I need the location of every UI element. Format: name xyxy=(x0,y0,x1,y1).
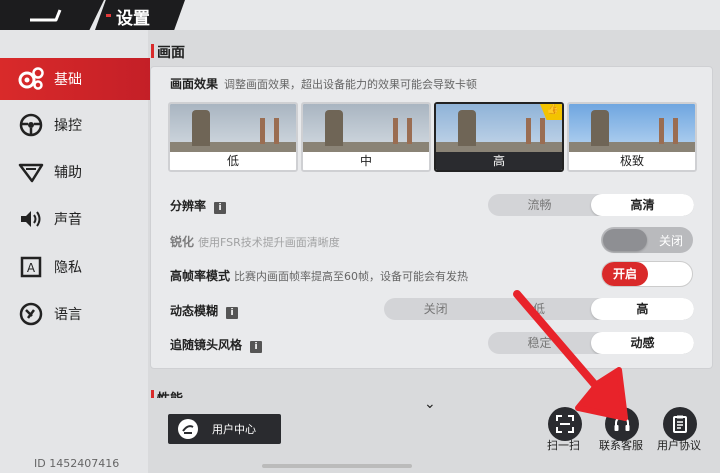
scan-icon xyxy=(556,415,574,433)
support-label: 联系客服 xyxy=(599,439,643,452)
resolution-label: 分辨率 i xyxy=(170,197,227,214)
sidebar-item-label: 基础 xyxy=(54,72,82,88)
section-title-graphics: 画面 xyxy=(157,45,185,61)
support-button[interactable] xyxy=(605,407,639,441)
motion-blur-label-text: 动态模糊 xyxy=(170,304,219,318)
svg-text:A: A xyxy=(27,261,36,275)
home-indicator xyxy=(262,464,412,468)
motion-blur-label: 动态模糊 i xyxy=(170,302,239,319)
user-center-label: 用户中心 xyxy=(212,423,256,436)
steering-wheel-icon xyxy=(16,110,46,140)
document-icon xyxy=(673,415,687,433)
resolution-option-hd[interactable]: 高清 xyxy=(591,194,694,216)
effect-hint: 调整画面效果，超出设备能力的效果可能会导致卡顿 xyxy=(224,78,478,91)
sidebar-item-assist[interactable]: 辅助 xyxy=(0,151,148,193)
section-marker xyxy=(151,390,154,398)
effect-label: 画面效果 xyxy=(170,77,219,91)
quality-option-high[interactable]: 👍 高 xyxy=(434,102,564,172)
section-marker xyxy=(151,44,154,58)
quality-option-label: 中 xyxy=(303,152,429,170)
sidebar-item-basic[interactable]: 基础 xyxy=(0,58,150,100)
sharpen-state: 关闭 xyxy=(658,234,683,248)
info-icon[interactable]: i xyxy=(226,307,239,319)
effect-description: 画面效果 调整画面效果，超出设备能力的效果可能会导致卡顿 xyxy=(170,75,477,92)
high-fps-label-text: 高帧率模式 xyxy=(170,269,231,283)
sidebar-item-controls[interactable]: 操控 xyxy=(0,104,148,146)
sidebar-item-language[interactable]: 语言 xyxy=(0,293,148,335)
high-fps-state: 开启 xyxy=(602,262,648,286)
agreement-button[interactable] xyxy=(663,407,697,441)
sidebar-item-label: 辅助 xyxy=(54,165,82,181)
section-title-performance: 性能 xyxy=(157,388,183,398)
resolution-label-text: 分辨率 xyxy=(170,199,207,213)
assist-icon xyxy=(16,157,46,187)
sharpen-label-text: 锐化 xyxy=(170,235,195,249)
sidebar-item-label: 隐私 xyxy=(54,260,82,276)
high-fps-hint: 比赛内画面帧率提高至60帧，设备可能会有发热 xyxy=(234,270,469,283)
quality-option-low[interactable]: 低 xyxy=(168,102,298,172)
sidebar-item-sound[interactable]: 声音 xyxy=(0,198,148,240)
camera-style-label-text: 追随镜头风格 xyxy=(170,338,243,352)
agreement-label: 用户协议 xyxy=(657,439,701,452)
speaker-icon xyxy=(16,204,46,234)
quality-option-ultra[interactable]: 极致 xyxy=(567,102,697,172)
title-accent xyxy=(106,14,111,17)
quality-option-medium[interactable]: 中 xyxy=(301,102,431,172)
resolution-selector[interactable]: 流畅 高清 xyxy=(488,194,694,216)
motion-blur-option-low[interactable]: 低 xyxy=(487,298,590,320)
scan-button[interactable] xyxy=(548,407,582,441)
headset-icon xyxy=(614,416,630,431)
info-icon[interactable]: i xyxy=(214,202,227,214)
privacy-icon: A xyxy=(16,252,46,282)
sidebar-item-privacy[interactable]: A 隐私 xyxy=(0,246,148,288)
camera-style-option-dynamic[interactable]: 动感 xyxy=(591,332,694,354)
sharpen-label: 锐化 使用FSR技术提升画面清晰度 xyxy=(170,233,340,250)
gears-icon xyxy=(16,64,46,94)
sidebar-item-label: 语言 xyxy=(54,307,82,323)
user-center-icon xyxy=(178,419,198,439)
scan-label: 扫一扫 xyxy=(547,439,580,452)
camera-style-selector[interactable]: 稳定 动感 xyxy=(488,332,694,354)
back-button[interactable] xyxy=(0,0,104,30)
resolution-option-smooth[interactable]: 流畅 xyxy=(488,194,591,216)
quality-option-label: 低 xyxy=(170,152,296,170)
motion-blur-option-high[interactable]: 高 xyxy=(590,298,694,320)
motion-blur-option-off[interactable]: 关闭 xyxy=(384,298,487,320)
page-title: 设置 xyxy=(116,9,150,29)
toggle-knob xyxy=(603,229,647,251)
high-fps-toggle[interactable]: 开启 xyxy=(601,261,693,287)
quality-option-label: 极致 xyxy=(569,152,695,170)
back-icon xyxy=(30,9,62,22)
sharpen-hint: 使用FSR技术提升画面清晰度 xyxy=(198,236,340,249)
language-icon xyxy=(16,299,46,329)
info-icon[interactable]: i xyxy=(250,341,263,353)
user-id: ID 1452407416 xyxy=(34,457,120,470)
camera-style-label: 追随镜头风格 i xyxy=(170,336,263,353)
quality-option-label: 高 xyxy=(436,152,562,170)
user-center-button[interactable]: 用户中心 xyxy=(168,414,281,444)
sharpen-toggle[interactable]: 关闭 xyxy=(601,227,693,253)
sidebar-item-label: 声音 xyxy=(54,212,82,228)
sidebar-item-label: 操控 xyxy=(54,118,82,134)
chevron-down-icon[interactable]: ⌄ xyxy=(424,396,436,412)
high-fps-label: 高帧率模式 比赛内画面帧率提高至60帧，设备可能会有发热 xyxy=(170,267,468,284)
motion-blur-selector[interactable]: 关闭 低 高 xyxy=(384,298,694,320)
camera-style-option-stable[interactable]: 稳定 xyxy=(488,332,591,354)
